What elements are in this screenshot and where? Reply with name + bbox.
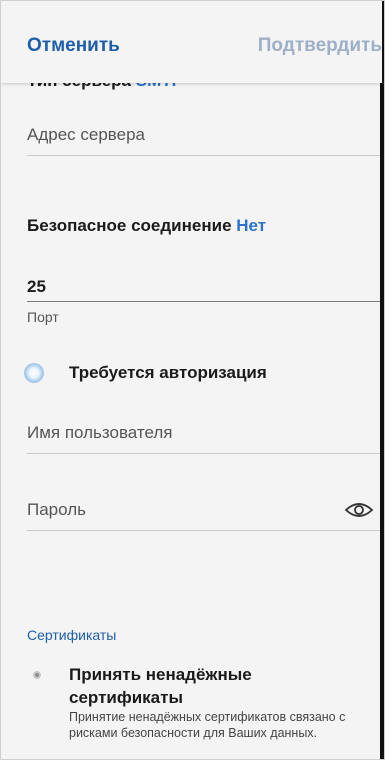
- port-underline: [27, 301, 382, 302]
- certificates-section-title: Сертификаты: [27, 627, 117, 643]
- confirm-button[interactable]: Подтвердить: [258, 35, 382, 57]
- mail-settings-screen: Отменить Подтвердить Тип сервера SMTP Ад…: [0, 0, 385, 760]
- secure-connection-value[interactable]: Нет: [236, 216, 266, 235]
- auth-label[interactable]: Требуется авторизация: [69, 363, 267, 383]
- eye-icon[interactable]: [344, 500, 374, 520]
- accept-certificates-title[interactable]: Принять ненадёжные сертификаты: [69, 663, 319, 709]
- cancel-button[interactable]: Отменить: [27, 35, 120, 57]
- secure-connection-label: Безопасное соединение: [27, 216, 232, 235]
- secure-connection-row[interactable]: Безопасное соединение Нет: [27, 216, 266, 236]
- server-address-placeholder: Адрес сервера: [27, 125, 146, 144]
- header-bar: Отменить Подтвердить: [1, 1, 382, 83]
- accept-certificates-description: Принятие ненадёжных сертификатов связано…: [69, 710, 346, 740]
- password-placeholder: Пароль: [27, 500, 86, 519]
- port-label: Порт: [27, 309, 59, 325]
- auth-checkbox[interactable]: [24, 363, 44, 383]
- username-placeholder: Имя пользователя: [27, 423, 173, 442]
- port-input[interactable]: 25: [27, 277, 46, 297]
- username-field[interactable]: Имя пользователя: [27, 423, 382, 454]
- password-field[interactable]: Пароль: [27, 500, 382, 531]
- server-address-field[interactable]: Адрес сервера: [27, 125, 382, 156]
- right-edge-marker: [380, 1, 384, 759]
- accept-certificates-checkbox[interactable]: [31, 669, 43, 681]
